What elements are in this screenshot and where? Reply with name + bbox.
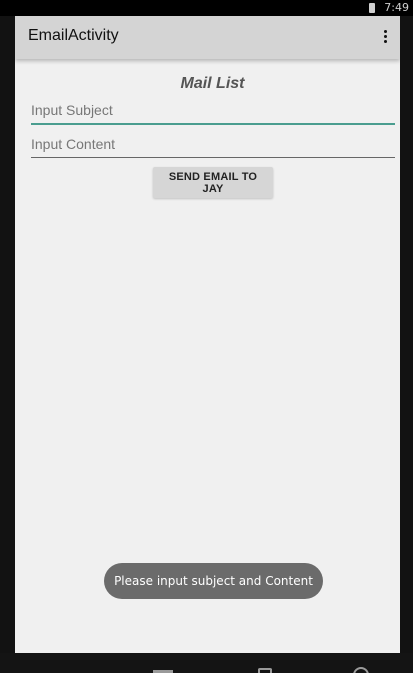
- status-time: 7:49: [384, 1, 409, 14]
- overflow-dot: [384, 35, 387, 38]
- app-window: EmailActivity Mail List SEND EMAIL TO JA…: [15, 16, 400, 653]
- content-input[interactable]: [31, 131, 395, 158]
- page-title: Mail List: [180, 75, 245, 92]
- device-frame: 7:49 EmailActivity Mail List SEND EMAIL …: [0, 0, 413, 673]
- status-bar: 7:49: [0, 0, 413, 16]
- navigation-bar: [0, 653, 413, 673]
- overflow-dot: [384, 30, 387, 33]
- toast-message: Please input subject and Content: [104, 563, 323, 599]
- toolbar-title: EmailActivity: [28, 27, 119, 44]
- battery-icon: [369, 3, 375, 13]
- nav-recent-icon[interactable]: [353, 667, 369, 673]
- nav-home-icon[interactable]: [258, 668, 272, 673]
- toolbar: EmailActivity: [15, 16, 400, 59]
- subject-input[interactable]: [31, 97, 395, 125]
- send-email-button[interactable]: SEND EMAIL TO JAY: [153, 167, 273, 198]
- overflow-menu-icon[interactable]: [372, 16, 400, 59]
- overflow-dot: [384, 40, 387, 43]
